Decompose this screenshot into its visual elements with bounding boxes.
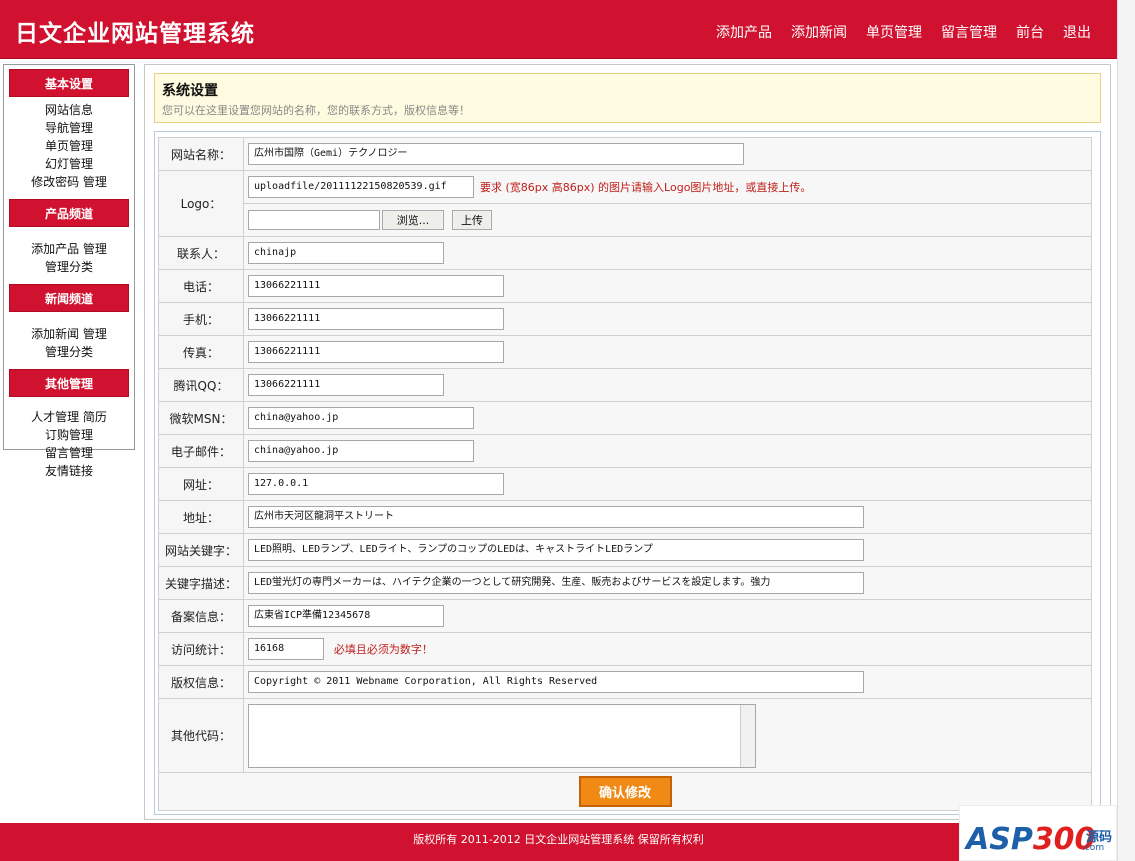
top-nav: 添加产品 添加新闻 单页管理 留言管理 前台 退出 [697, 22, 1091, 42]
mobile-label: 手机： [158, 302, 244, 336]
page-title: 系统设置 [162, 83, 218, 99]
description-label: 关键字描述： [158, 566, 244, 600]
sidebar-item-add-product[interactable]: 添加产品 [31, 242, 79, 256]
textarea-scrollbar[interactable] [740, 704, 755, 767]
other-code-textarea[interactable] [248, 703, 756, 768]
qq-input[interactable]: 13066221111 [248, 374, 444, 396]
msn-label: 微软MSN： [158, 401, 244, 435]
copyright-label: 版权信息： [158, 665, 244, 699]
browse-button[interactable]: 浏览... [382, 210, 444, 230]
window-scrollbar[interactable] [1117, 0, 1135, 861]
fax-label: 传真： [158, 335, 244, 369]
phone-label: 电话： [158, 269, 244, 303]
sidebar-item-news-manage[interactable]: 管理 [83, 327, 107, 341]
sidebar-item-friend-links[interactable]: 友情链接 [45, 464, 93, 478]
nav-frontend[interactable]: 前台 [1016, 22, 1044, 42]
contact-label: 联系人： [158, 236, 244, 270]
submit-button[interactable]: 确认修改 [578, 776, 672, 807]
url-input[interactable]: 127.0.0.1 [248, 473, 504, 495]
phone-input[interactable]: 13066221111 [248, 275, 504, 297]
logo-path-input[interactable]: uploadfile/20111122150820539.gif [248, 176, 474, 198]
keywords-input[interactable]: LED照明、LEDランプ、LEDライト、ランプのコップのLEDは、キャストライト… [248, 539, 864, 561]
fax-input[interactable]: 13066221111 [248, 341, 504, 363]
sidebar-item-admin-manage[interactable]: 管理 [83, 175, 107, 189]
watermark-com: .com [1082, 843, 1105, 853]
stats-input[interactable]: 16168 [248, 638, 324, 660]
url-label: 网址： [158, 467, 244, 501]
nav-message-manage[interactable]: 留言管理 [941, 22, 997, 42]
logo-file-input[interactable] [248, 210, 380, 230]
sidebar-item-change-password[interactable]: 修改密码 [31, 175, 79, 189]
main-panel: 系统设置 您可以在这里设置您网站的名称，您的联系方式，版权信息等！ 网站名称： … [144, 64, 1111, 820]
contact-input[interactable]: chinajp [248, 242, 444, 264]
sidebar-item-message-manage[interactable]: 留言管理 [45, 446, 93, 460]
sidebar-item-page-manage[interactable]: 单页管理 [45, 139, 93, 153]
qq-label: 腾讯QQ： [158, 368, 244, 402]
site-name-input[interactable]: 広州市国際（Gemi）テクノロジー [248, 143, 744, 165]
app-title: 日文企业网站管理系统 [15, 20, 255, 47]
nav-page-manage[interactable]: 单页管理 [866, 22, 922, 42]
settings-form: 网站名称： 広州市国際（Gemi）テクノロジー Logo： uploadfile… [154, 131, 1101, 815]
sidebar-item-product-manage[interactable]: 管理 [83, 242, 107, 256]
sidebar-item-news-category[interactable]: 管理分类 [45, 345, 93, 359]
email-input[interactable]: china@yahoo.jp [248, 440, 474, 462]
logo-label: Logo： [158, 170, 244, 237]
sidebar-item-order-manage[interactable]: 订购管理 [45, 428, 93, 442]
sidebar-item-add-news[interactable]: 添加新闻 [31, 327, 79, 341]
sidebar-group-product[interactable]: 产品频道 [9, 199, 129, 227]
stats-label: 访问统计： [158, 632, 244, 666]
watermark-text: ASP300 [966, 822, 1096, 857]
header-bar: 日文企业网站管理系统 添加产品 添加新闻 单页管理 留言管理 前台 退出 [0, 0, 1117, 59]
sidebar-item-slide-manage[interactable]: 幻灯管理 [45, 157, 93, 171]
nav-add-news[interactable]: 添加新闻 [791, 22, 847, 42]
description-input[interactable]: LED蛍光灯の専門メーカーは、ハイテク企業の一つとして研究開発、生産、販売および… [248, 572, 864, 594]
email-label: 电子邮件： [158, 434, 244, 468]
keywords-label: 网站关键字： [158, 533, 244, 567]
icp-label: 备案信息： [158, 599, 244, 633]
msn-input[interactable]: china@yahoo.jp [248, 407, 474, 429]
upload-button[interactable]: 上传 [452, 210, 492, 230]
sidebar-item-site-info[interactable]: 网站信息 [45, 103, 93, 117]
watermark-logo: ASP300 源码 .com [959, 805, 1117, 861]
address-input[interactable]: 広州市天河区龍洞平ストリート [248, 506, 864, 528]
nav-logout[interactable]: 退出 [1063, 22, 1091, 42]
stats-hint: 必填且必须为数字！ [333, 642, 433, 656]
sidebar-group-news[interactable]: 新闻频道 [9, 284, 129, 312]
settings-notice: 系统设置 您可以在这里设置您网站的名称，您的联系方式，版权信息等！ [154, 73, 1101, 123]
sidebar-group-other[interactable]: 其他管理 [9, 369, 129, 397]
site-name-label: 网站名称： [158, 137, 244, 171]
page-description: 您可以在这里设置您网站的名称，您的联系方式，版权信息等！ [162, 104, 470, 117]
sidebar-item-talent-manage[interactable]: 人才管理 [31, 410, 79, 424]
sidebar-item-nav-manage[interactable]: 导航管理 [45, 121, 93, 135]
copyright-input[interactable]: Copyright © 2011 Webname Corporation, Al… [248, 671, 864, 693]
mobile-input[interactable]: 13066221111 [248, 308, 504, 330]
sidebar-item-resume[interactable]: 简历 [83, 410, 107, 424]
sidebar-item-product-category[interactable]: 管理分类 [45, 260, 93, 274]
sidebar: 基本设置 网站信息 导航管理 单页管理 幻灯管理 修改密码 管理 产品频道 添加… [3, 64, 135, 478]
footer: 版权所有 2011-2012 日文企业网站管理系统 保留所有权利 [0, 823, 1117, 861]
logo-hint: 要求 (宽86px 高86px) 的图片请输入Logo图片地址，或直接上传。 [480, 181, 812, 194]
sidebar-group-basic[interactable]: 基本设置 [9, 69, 129, 97]
other-code-label: 其他代码： [158, 698, 244, 773]
address-label: 地址： [158, 500, 244, 534]
footer-copyright: 版权所有 2011-2012 日文企业网站管理系统 保留所有权利 [413, 833, 704, 846]
nav-add-product[interactable]: 添加产品 [716, 22, 772, 42]
icp-input[interactable]: 広東省ICP準備12345678 [248, 605, 444, 627]
